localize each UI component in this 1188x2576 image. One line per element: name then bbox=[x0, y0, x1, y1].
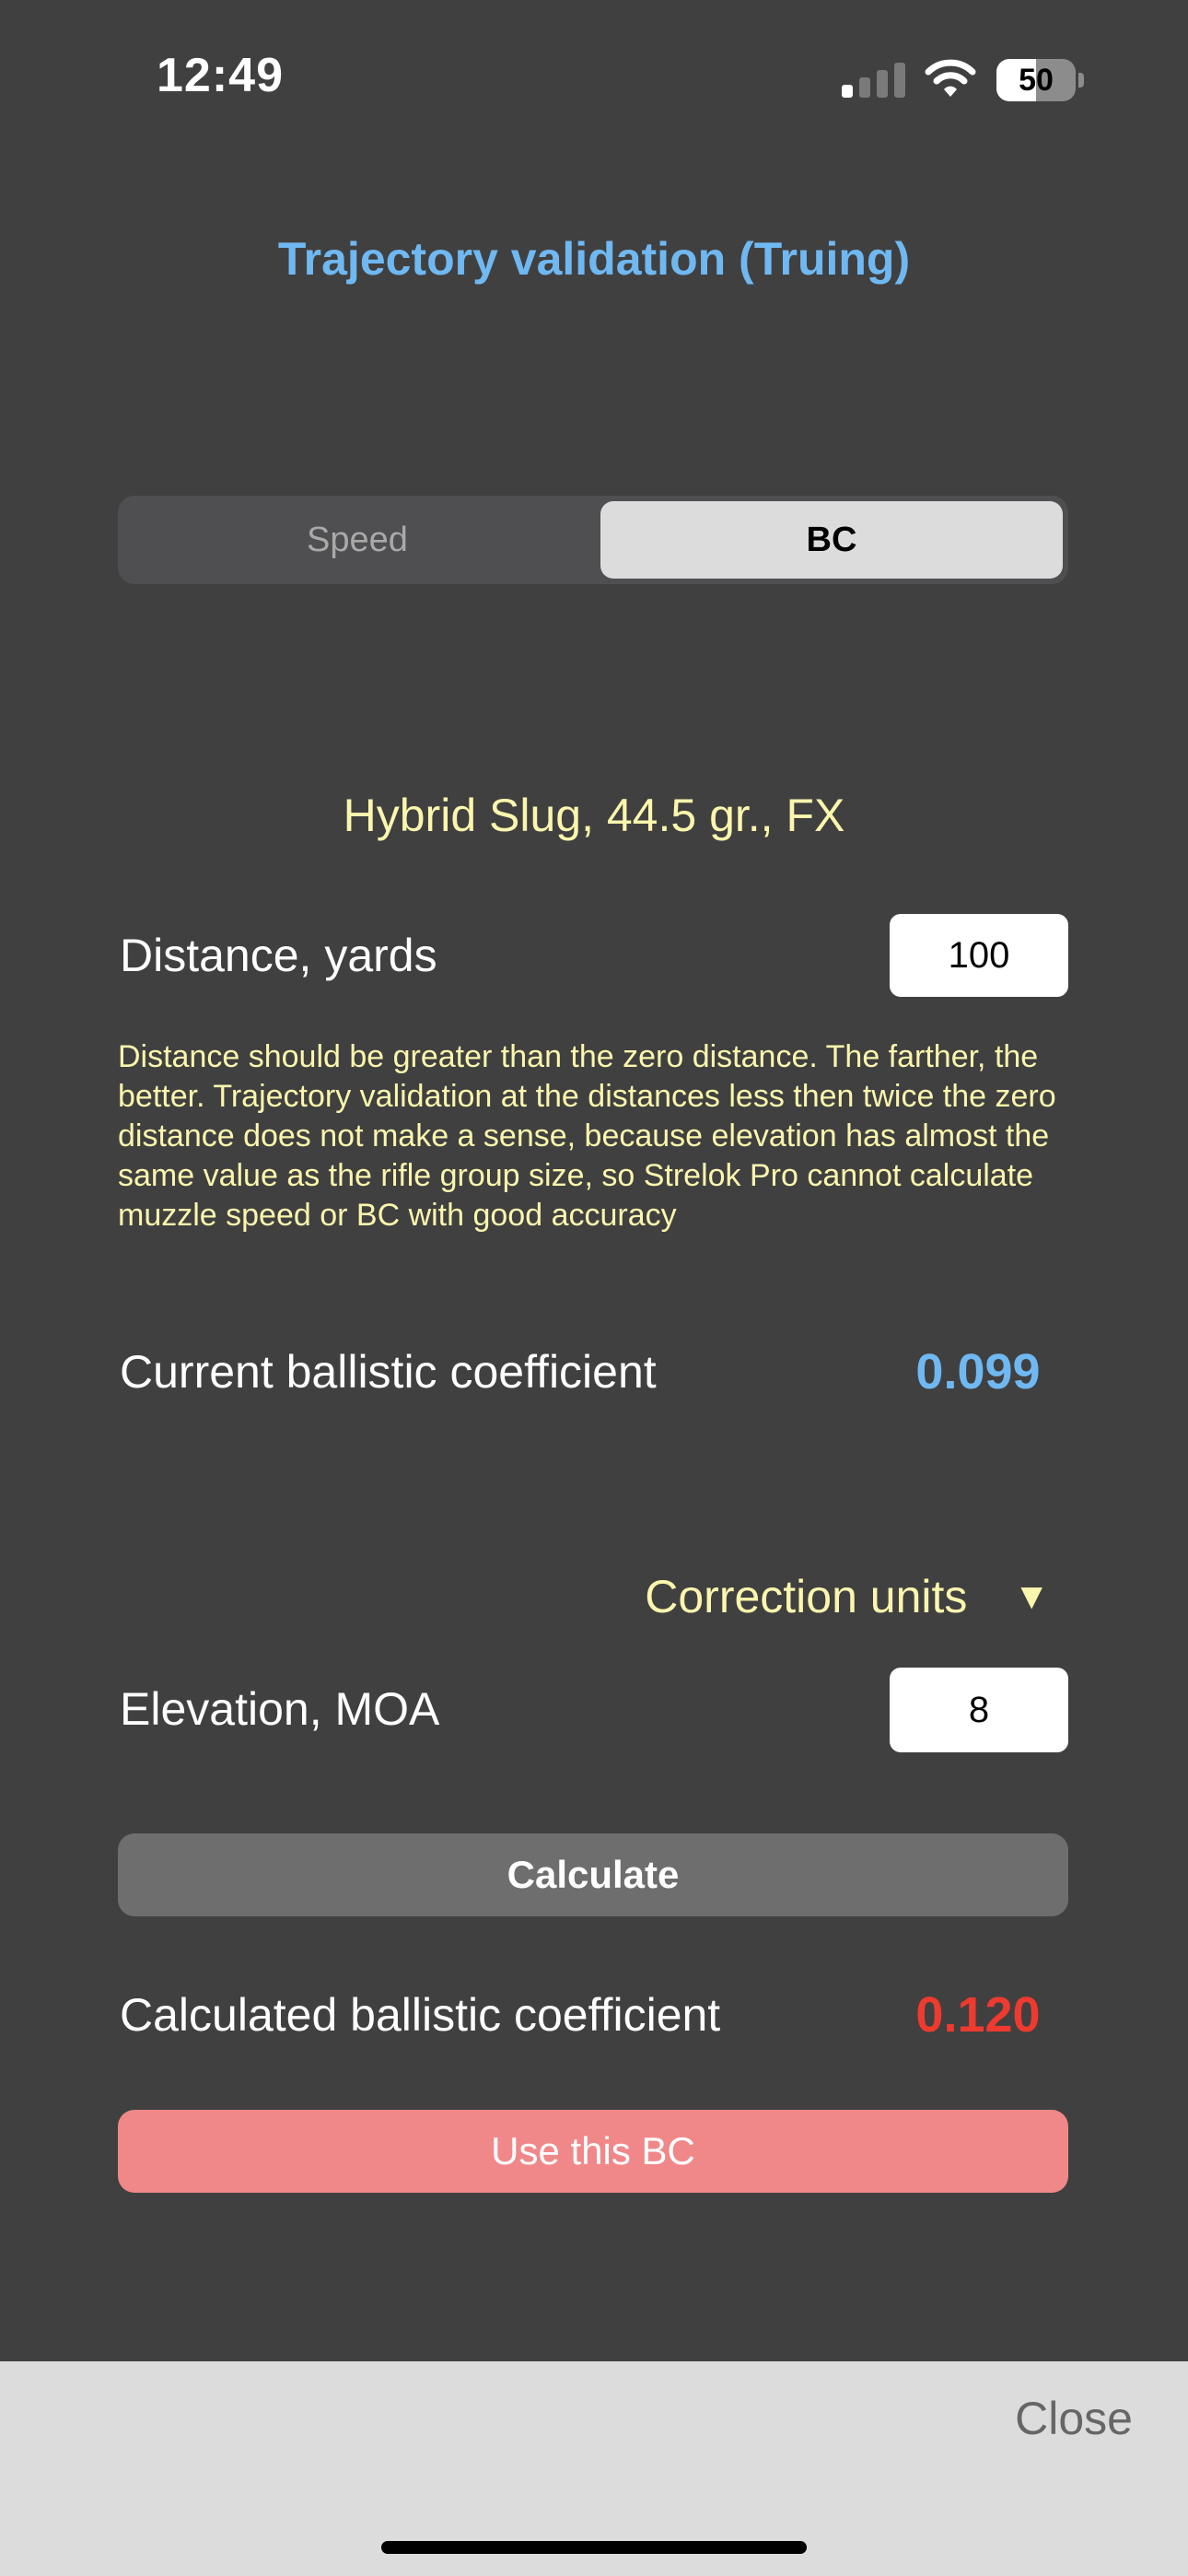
home-indicator[interactable] bbox=[381, 2541, 807, 2554]
ammo-name: Hybrid Slug, 44.5 gr., FX bbox=[343, 790, 845, 841]
close-button[interactable]: Close bbox=[1015, 2392, 1133, 2445]
correction-units-label: Correction units bbox=[645, 1571, 968, 1622]
elevation-label: Elevation, MOA bbox=[120, 1683, 440, 1735]
calculated-bc-value: 0.120 bbox=[915, 1987, 1041, 2043]
battery-icon: 50 bbox=[996, 59, 1085, 101]
distance-label: Distance, yards bbox=[120, 930, 437, 981]
elevation-input[interactable] bbox=[890, 1668, 1068, 1752]
calculated-bc-label: Calculated ballistic coefficient bbox=[120, 1989, 721, 2041]
segment-bc[interactable]: BC bbox=[600, 501, 1063, 579]
segment-speed[interactable]: Speed bbox=[123, 501, 591, 579]
distance-hint: Distance should be greater than the zero… bbox=[118, 1039, 1056, 1233]
chevron-down-icon: ▼ bbox=[1013, 1575, 1050, 1617]
calculate-button[interactable]: Calculate bbox=[118, 1833, 1068, 1916]
current-bc-label: Current ballistic coefficient bbox=[120, 1346, 657, 1398]
correction-units-dropdown[interactable]: Correction units ▼ bbox=[553, 1564, 1050, 1629]
status-time: 12:49 bbox=[157, 49, 284, 102]
distance-input[interactable] bbox=[890, 914, 1068, 997]
battery-level: 50 bbox=[1019, 63, 1054, 98]
page-title: Trajectory validation (Truing) bbox=[277, 233, 911, 285]
wifi-icon bbox=[925, 59, 976, 97]
mode-segmented-control: Speed BC bbox=[118, 496, 1068, 584]
use-bc-button[interactable]: Use this BC bbox=[118, 2110, 1068, 2193]
current-bc-value: 0.099 bbox=[915, 1344, 1041, 1399]
signal-icon bbox=[842, 61, 906, 98]
